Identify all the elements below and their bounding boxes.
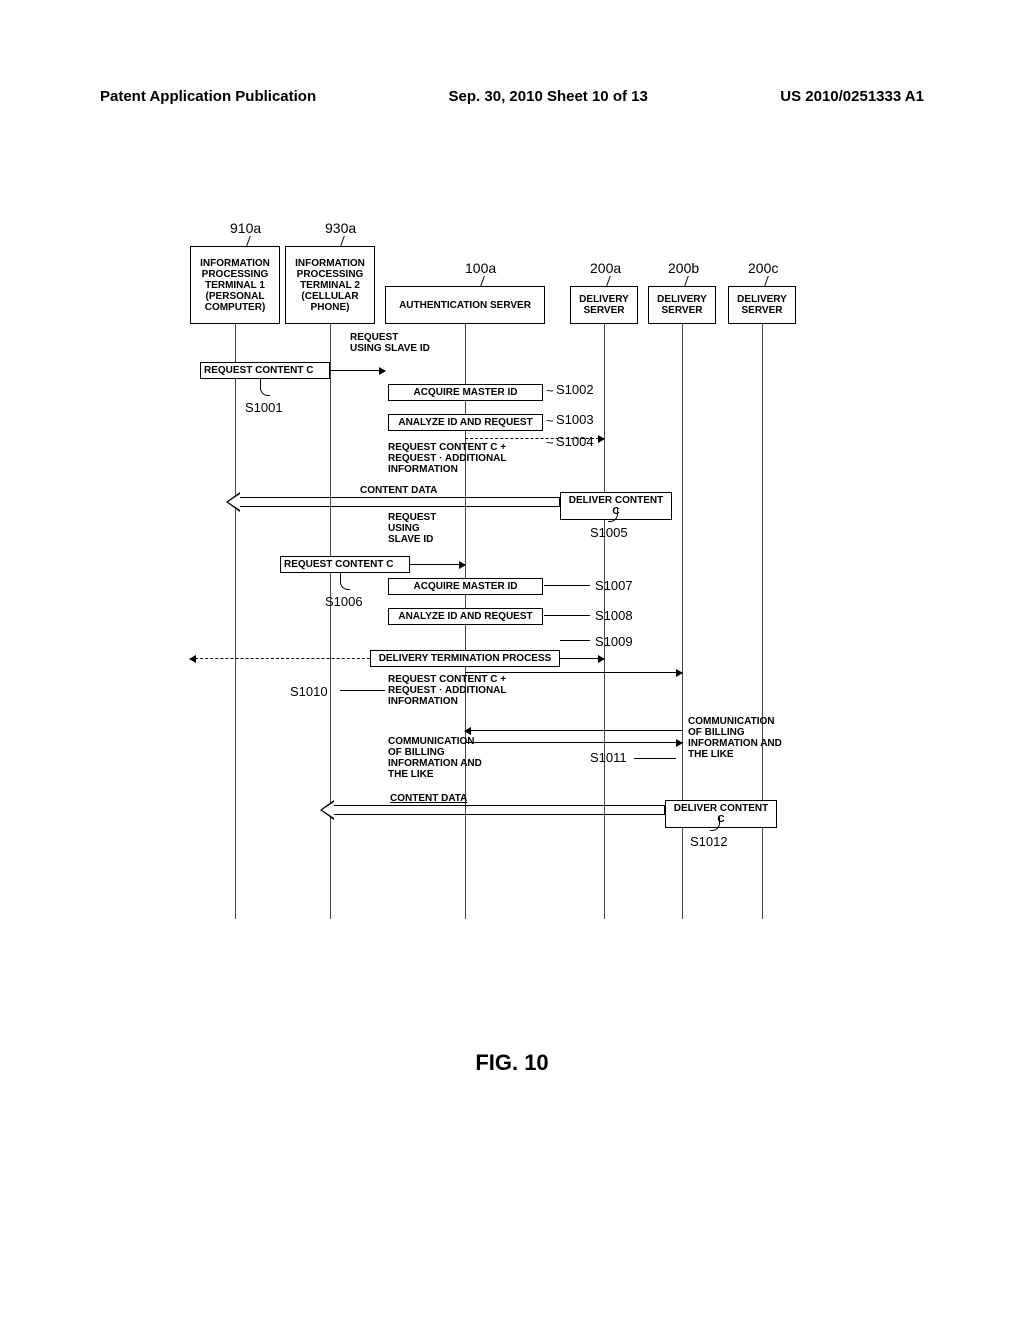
msg-request-plus-1: REQUEST CONTENT C + REQUEST · ADDITIONAL… xyxy=(388,442,528,475)
step-s1003: S1003 xyxy=(556,412,594,427)
step-connector xyxy=(710,817,720,831)
step-line-s1008 xyxy=(544,615,590,616)
msg-analyze-1: ANALYZE ID AND REQUEST xyxy=(388,414,543,431)
header-left: Patent Application Publication xyxy=(100,88,316,105)
step-s1002: S1002 xyxy=(556,382,594,397)
step-s1011: S1011 xyxy=(590,750,627,765)
lane-auth-server: AUTHENTICATION SERVER xyxy=(385,286,545,324)
msg-request-plus-2: REQUEST CONTENT C + REQUEST · ADDITIONAL… xyxy=(388,674,528,707)
lifeline-t2 xyxy=(330,324,331,919)
step-s1010: S1010 xyxy=(290,684,328,699)
step-s1006: S1006 xyxy=(325,594,363,609)
ref-200b: 200b xyxy=(668,260,699,276)
label-billing-left: COMMUNICATION OF BILLING INFORMATION AND… xyxy=(388,736,488,780)
ref-connector xyxy=(246,236,251,246)
step-s1004-tilde: ~ xyxy=(546,436,554,450)
lane-terminal-2: INFORMATION PROCESSING TERMINAL 2 (CELLU… xyxy=(285,246,375,324)
page-header: Patent Application Publication Sep. 30, … xyxy=(100,88,924,105)
ref-connector xyxy=(764,276,769,286)
step-s1012: S1012 xyxy=(690,834,728,849)
step-s1001: S1001 xyxy=(245,400,283,415)
lane-delivery-server-a: DELIVERY SERVER xyxy=(570,286,638,324)
arrow-termination-to-t1 xyxy=(190,658,370,659)
msg-analyze-2: ANALYZE ID AND REQUEST xyxy=(388,608,543,625)
ref-930a: 930a xyxy=(325,220,356,236)
step-s1009: S1009 xyxy=(595,634,633,649)
step-s1004: S1004 xyxy=(556,434,594,449)
header-center: Sep. 30, 2010 Sheet 10 of 13 xyxy=(449,88,648,105)
step-s1003-tilde: ~ xyxy=(546,414,554,428)
step-line-s1009 xyxy=(560,640,590,641)
lane-delivery-server-c: DELIVERY SERVER xyxy=(728,286,796,324)
ref-connector xyxy=(480,276,485,286)
arrow-request-c-1 xyxy=(330,370,385,371)
label-billing-right: COMMUNICATION OF BILLING INFORMATION AND… xyxy=(688,716,788,760)
step-connector xyxy=(260,378,270,396)
ref-200c: 200c xyxy=(748,260,778,276)
ref-connector xyxy=(340,236,345,246)
step-connector xyxy=(340,572,350,590)
block-arrow-content-data-1 xyxy=(226,495,560,509)
step-line-s1007 xyxy=(544,585,590,586)
step-s1008: S1008 xyxy=(595,608,633,623)
label-request-using-slave-id-2: REQUEST USING SLAVE ID xyxy=(388,512,448,545)
msg-deliver-content-c-2: DELIVER CONTENT C xyxy=(665,800,777,828)
lane-terminal-1: INFORMATION PROCESSING TERMINAL 1 (PERSO… xyxy=(190,246,280,324)
label-content-data-2: CONTENT DATA xyxy=(390,793,467,804)
msg-acquire-master-id-1: ACQUIRE MASTER ID xyxy=(388,384,543,401)
msg-acquire-master-id-2: ACQUIRE MASTER ID xyxy=(388,578,543,595)
step-s1007: S1007 xyxy=(595,578,633,593)
label-request-using-slave-id-1: REQUEST USING SLAVE ID xyxy=(350,332,430,354)
arrow-request-plus-2 xyxy=(465,672,682,673)
header-right: US 2010/0251333 A1 xyxy=(780,88,924,105)
msg-delivery-termination: DELIVERY TERMINATION PROCESS xyxy=(370,650,560,667)
block-arrow-content-data-2 xyxy=(320,803,665,817)
step-line-s1011 xyxy=(634,758,676,759)
arrow-termination-to-ds1 xyxy=(560,658,604,659)
lane-delivery-server-b: DELIVERY SERVER xyxy=(648,286,716,324)
sequence-diagram: 910a 930a 100a 200a 200b 200c INFORMATIO… xyxy=(190,220,870,970)
label-content-data-1: CONTENT DATA xyxy=(360,485,437,496)
arrow-billing-right xyxy=(465,742,682,743)
ref-connector xyxy=(684,276,689,286)
lifeline-t1 xyxy=(235,324,236,919)
msg-request-content-c-1: REQUEST CONTENT C xyxy=(200,362,330,379)
figure-caption: FIG. 10 xyxy=(0,1050,1024,1076)
ref-100a: 100a xyxy=(465,260,496,276)
ref-910a: 910a xyxy=(230,220,261,236)
step-s1005: S1005 xyxy=(590,525,628,540)
lifeline-ds2 xyxy=(682,324,683,919)
step-s1002-tilde: ~ xyxy=(546,384,554,398)
lifeline-ds3 xyxy=(762,324,763,919)
ref-200a: 200a xyxy=(590,260,621,276)
arrow-request-c-2 xyxy=(410,564,465,565)
step-line-s1010 xyxy=(340,690,385,691)
msg-request-content-c-2: REQUEST CONTENT C xyxy=(280,556,410,573)
arrow-billing-left xyxy=(465,730,682,731)
ref-connector xyxy=(606,276,611,286)
